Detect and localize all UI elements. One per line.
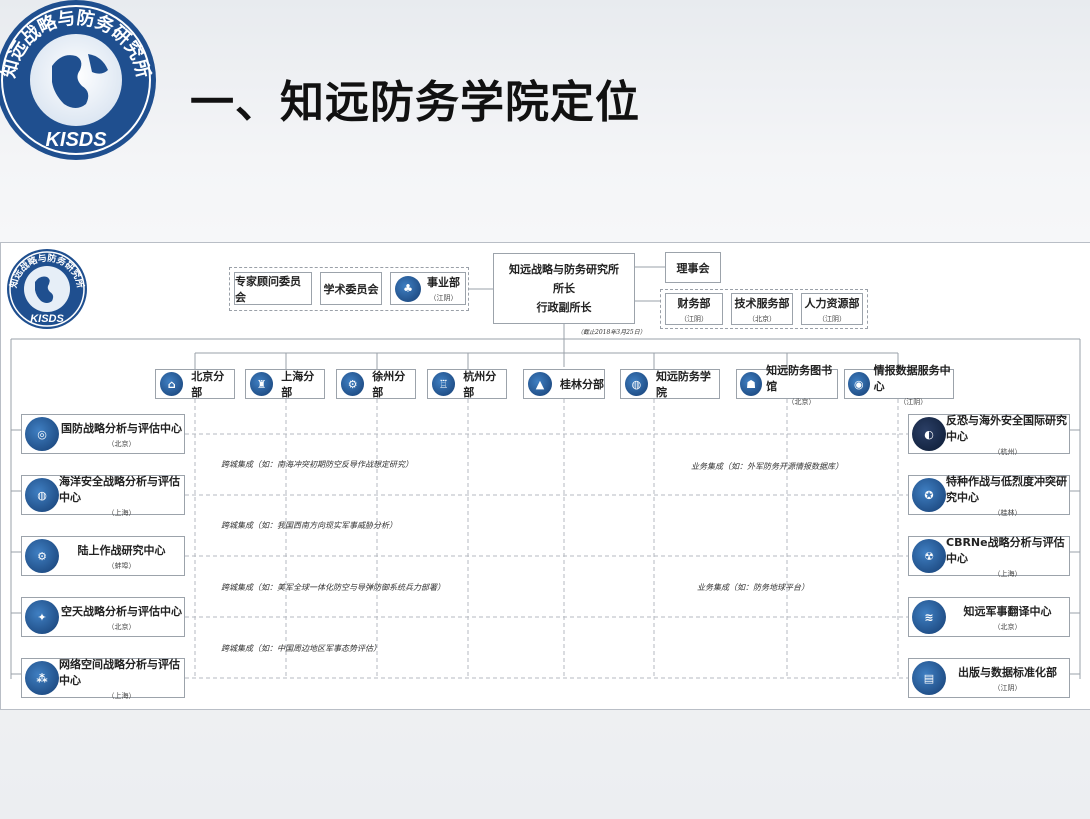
tree-icon: ♣ xyxy=(395,275,421,302)
board-box[interactable]: 理事会 xyxy=(665,252,721,283)
integration-label-4: 跨城集成（如：美军全球一体化防空与导弹防御系统兵力部署） xyxy=(221,583,445,592)
tank-icon: ⚙ xyxy=(341,372,365,396)
top-left-box-3[interactable]: ♣ 事业部 （江阴） xyxy=(390,272,466,305)
institute-head-box[interactable]: 知远战略与防务研究所 所长 行政副所长 xyxy=(493,253,635,324)
mountain-icon: ▲ xyxy=(528,372,552,396)
hazard-icon: ☢ xyxy=(912,539,946,573)
right-center-1[interactable]: ◐ 反恐与海外安全国际研究中心 （杭州） xyxy=(908,414,1070,456)
branch-box-3[interactable]: ⚙ 徐州分部 xyxy=(336,369,416,399)
top-left-box-2[interactable]: 学术委员会 xyxy=(320,272,382,305)
branch-box-7[interactable]: ☗ 知远防务图书馆 （北京） xyxy=(736,364,838,406)
branch-box-5[interactable]: ▲ 桂林分部 xyxy=(523,369,605,399)
strategy-icon: ◎ xyxy=(25,417,59,451)
top-right-box-2[interactable]: 技术服务部 （北京） xyxy=(731,293,793,325)
branch-box-4[interactable]: ♖ 杭州分部 xyxy=(427,369,507,399)
left-center-2[interactable]: ◍ 海洋安全战略分析与评估中心 （上海） xyxy=(21,475,185,517)
top-right-box-3[interactable]: 人力资源部 （江阴） xyxy=(801,293,863,325)
building-icon: ⌂ xyxy=(160,372,184,396)
globe-icon: ◍ xyxy=(625,372,648,396)
left-center-1[interactable]: ◎ 国防战略分析与评估中心 （北京） xyxy=(21,414,185,454)
integration-label-2: 业务集成（如：外军防务开源情报数据库） xyxy=(691,462,843,471)
network-icon: ⁂ xyxy=(25,661,59,695)
right-center-5[interactable]: ▤ 出版与数据标准化部 （江阴） xyxy=(908,658,1070,698)
left-center-3[interactable]: ⚙ 陆上作战研究中心 （蚌埠） xyxy=(21,536,185,576)
left-center-4[interactable]: ✦ 空天战略分析与评估中心 （北京） xyxy=(21,597,185,637)
right-center-4[interactable]: ≋ 知远军事翻译中心 （北京） xyxy=(908,597,1070,637)
pagoda-icon: ♖ xyxy=(432,372,456,396)
branch-box-6[interactable]: ◍ 知远防务学院 xyxy=(620,369,720,399)
svg-text:KISDS: KISDS xyxy=(45,129,107,151)
branch-box-1[interactable]: ⌂ 北京分部 xyxy=(155,369,235,399)
world-map-icon: ◐ xyxy=(912,417,946,451)
top-left-box-1[interactable]: 专家顾问委员会 xyxy=(234,272,312,305)
integration-label-3: 跨城集成（如：我国西南方向现实军事威胁分析） xyxy=(221,521,397,530)
top-right-box-1[interactable]: 财务部 （江阴） xyxy=(665,293,723,325)
special-ops-icon: ✪ xyxy=(912,478,946,512)
integration-label-1: 跨城集成（如：南海冲突初期防空反导作战想定研究） xyxy=(221,460,413,469)
book-icon: ☗ xyxy=(740,372,763,396)
right-center-3[interactable]: ☢ CBRNe战略分析与评估中心 （上海） xyxy=(908,536,1070,578)
branch-box-8[interactable]: ◉ 情报数据服务中心 （江阴） xyxy=(844,364,954,406)
integration-label-5: 业务集成（如：防务地球平台） xyxy=(697,583,809,592)
tank-icon: ⚙ xyxy=(25,539,59,573)
translation-icon: ≋ xyxy=(912,600,946,634)
kisds-logo-large: 知远战略与防务研究所 KISDS xyxy=(0,0,156,160)
date-note: （截止2018年3月25日） xyxy=(577,329,646,336)
org-chart: 知远战略与防务研究所 KISDS 专家顾问委员会 学术委员会 ♣ 事业部 （江阴… xyxy=(0,242,1090,710)
data-icon: ◉ xyxy=(848,372,870,396)
integration-label-6: 跨城集成（如：中国周边地区军事态势评估） xyxy=(221,644,381,653)
ocean-globe-icon: ◍ xyxy=(25,478,59,512)
branch-box-2[interactable]: ♜ 上海分部 xyxy=(245,369,325,399)
left-center-5[interactable]: ⁂ 网络空间战略分析与评估中心 （上海） xyxy=(21,658,185,700)
tower-icon: ♜ xyxy=(250,372,274,396)
right-center-2[interactable]: ✪ 特种作战与低烈度冲突研究中心 （桂林） xyxy=(908,475,1070,517)
publishing-icon: ▤ xyxy=(912,661,946,695)
satellite-icon: ✦ xyxy=(25,600,59,634)
slide-title: 一、知远防务学院定位 xyxy=(190,77,640,128)
